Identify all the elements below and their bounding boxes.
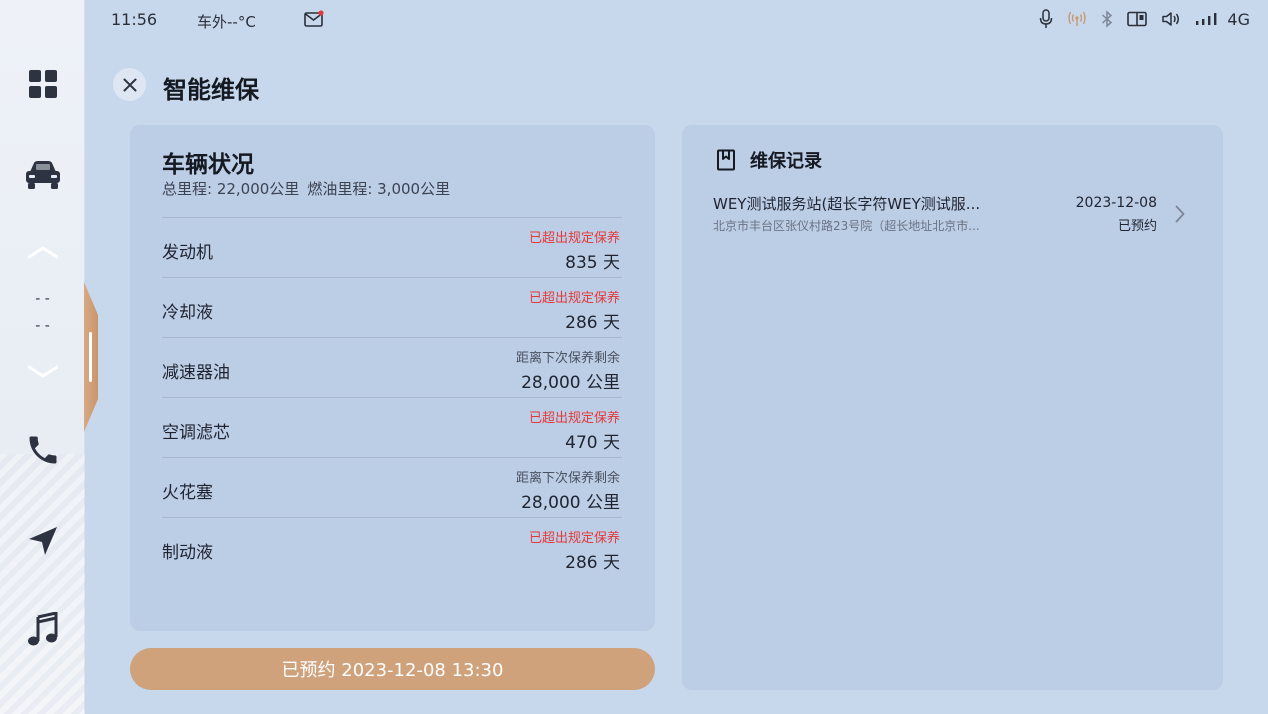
item-status: 已超出规定保养 [528, 291, 620, 306]
record-title: 维保记录 [750, 151, 822, 172]
item-value: 28,000 公里 [521, 373, 620, 393]
status-bar: 11:56 车外--°C 4G [85, 0, 1268, 40]
dock-handle-grip [89, 332, 92, 382]
maintenance-item-reducer-oil: 减速器油 距离下次保养剩余 28,000 公里 [162, 337, 622, 397]
mail-icon [304, 10, 324, 27]
item-value: 286 天 [565, 313, 620, 333]
item-name: 冷却液 [162, 303, 213, 323]
hotspot-icon [1068, 11, 1087, 26]
fuel-mileage: 燃油里程: 3,000公里 [307, 180, 451, 198]
navigation-icon [28, 527, 57, 555]
navigation-button[interactable] [0, 522, 85, 560]
record-date: 2023-12-08 [1075, 195, 1157, 211]
screen-icon [1127, 11, 1148, 27]
apps-button[interactable] [0, 66, 85, 102]
close-icon [123, 78, 136, 91]
signal-icon [1196, 13, 1217, 25]
car-icon [25, 161, 60, 189]
mileage-summary: 总里程: 22,000公里 燃油里程: 3,000公里 [162, 178, 458, 199]
item-value: 470 天 [565, 433, 620, 453]
apps-grid-icon [28, 70, 57, 98]
record-state: 已预约 [1117, 219, 1157, 234]
item-status: 已超出规定保养 [528, 231, 620, 246]
booked-appointment-button[interactable]: 已预约 2023-12-08 13:30 [130, 648, 655, 690]
chevron-up-icon [27, 246, 58, 259]
music-button[interactable] [0, 610, 85, 650]
maintenance-item-spark-plug: 火花塞 距离下次保养剩余 28,000 公里 [162, 457, 622, 517]
item-status: 距离下次保养剩余 [515, 471, 620, 486]
item-name: 火花塞 [162, 483, 213, 503]
side-dock: - - - - [0, 0, 85, 714]
status-icons: 4G [1039, 9, 1250, 29]
total-mileage: 总里程: 22,000公里 [162, 180, 300, 198]
item-name: 制动液 [162, 543, 213, 563]
temp-down-button[interactable] [0, 360, 85, 384]
item-name: 发动机 [162, 243, 213, 263]
maintenance-item-engine: 发动机 已超出规定保养 835 天 [162, 217, 622, 277]
clock: 11:56 [111, 10, 158, 29]
vehicle-status-card: 车辆状况 总里程: 22,000公里 燃油里程: 3,000公里 发动机 已超出规… [130, 125, 655, 631]
maintenance-record-card: 维保记录 WEY测试服务站(超长字符WEY测试服... 北京市丰台区张仪村路23… [682, 125, 1223, 690]
maintenance-items-list: 发动机 已超出规定保养 835 天 冷却液 已超出规定保养 286 天 减速器油… [162, 217, 622, 577]
vehicle-button[interactable] [0, 155, 85, 195]
item-name: 减速器油 [162, 363, 230, 383]
maintenance-item-ac-filter: 空调滤芯 已超出规定保养 470 天 [162, 397, 622, 457]
item-status: 已超出规定保养 [528, 531, 620, 546]
record-header: 维保记录 [716, 147, 822, 173]
volume-icon[interactable] [1161, 11, 1181, 27]
record-item[interactable]: WEY测试服务站(超长字符WEY测试服... 北京市丰台区张仪村路23号院（超长… [713, 193, 1193, 237]
maintenance-item-coolant: 冷却液 已超出规定保养 286 天 [162, 277, 622, 337]
close-button[interactable] [113, 68, 146, 101]
temp-up-button[interactable] [0, 240, 85, 264]
microphone-icon[interactable] [1039, 9, 1053, 29]
temp-value-top: - - [35, 291, 50, 307]
mail-button[interactable] [304, 10, 324, 32]
phone-icon [29, 436, 56, 464]
record-book-icon [717, 149, 735, 171]
outside-temperature: 车外--°C [197, 13, 256, 31]
maintenance-item-brake-fluid: 制动液 已超出规定保养 286 天 [162, 517, 622, 577]
service-station-name: WEY测试服务站(超长字符WEY测试服... [713, 195, 981, 213]
music-icon [27, 612, 57, 646]
chevron-right-icon [1175, 205, 1185, 223]
service-station-address: 北京市丰台区张仪村路23号院（超长地址北京市... [713, 219, 980, 233]
dock-pattern [0, 454, 85, 714]
item-value: 835 天 [565, 253, 620, 273]
page-title: 智能维保 [163, 76, 259, 104]
item-value: 28,000 公里 [521, 493, 620, 513]
item-status: 距离下次保养剩余 [515, 351, 620, 366]
item-value: 286 天 [565, 553, 620, 573]
vehicle-status-title: 车辆状况 [162, 152, 254, 178]
chevron-down-icon [27, 365, 58, 378]
phone-button[interactable] [0, 430, 85, 470]
temp-value-bottom: - - [35, 318, 50, 334]
bluetooth-icon [1102, 10, 1113, 28]
network-type: 4G [1227, 9, 1250, 29]
item-status: 已超出规定保养 [528, 411, 620, 426]
item-name: 空调滤芯 [162, 423, 230, 443]
